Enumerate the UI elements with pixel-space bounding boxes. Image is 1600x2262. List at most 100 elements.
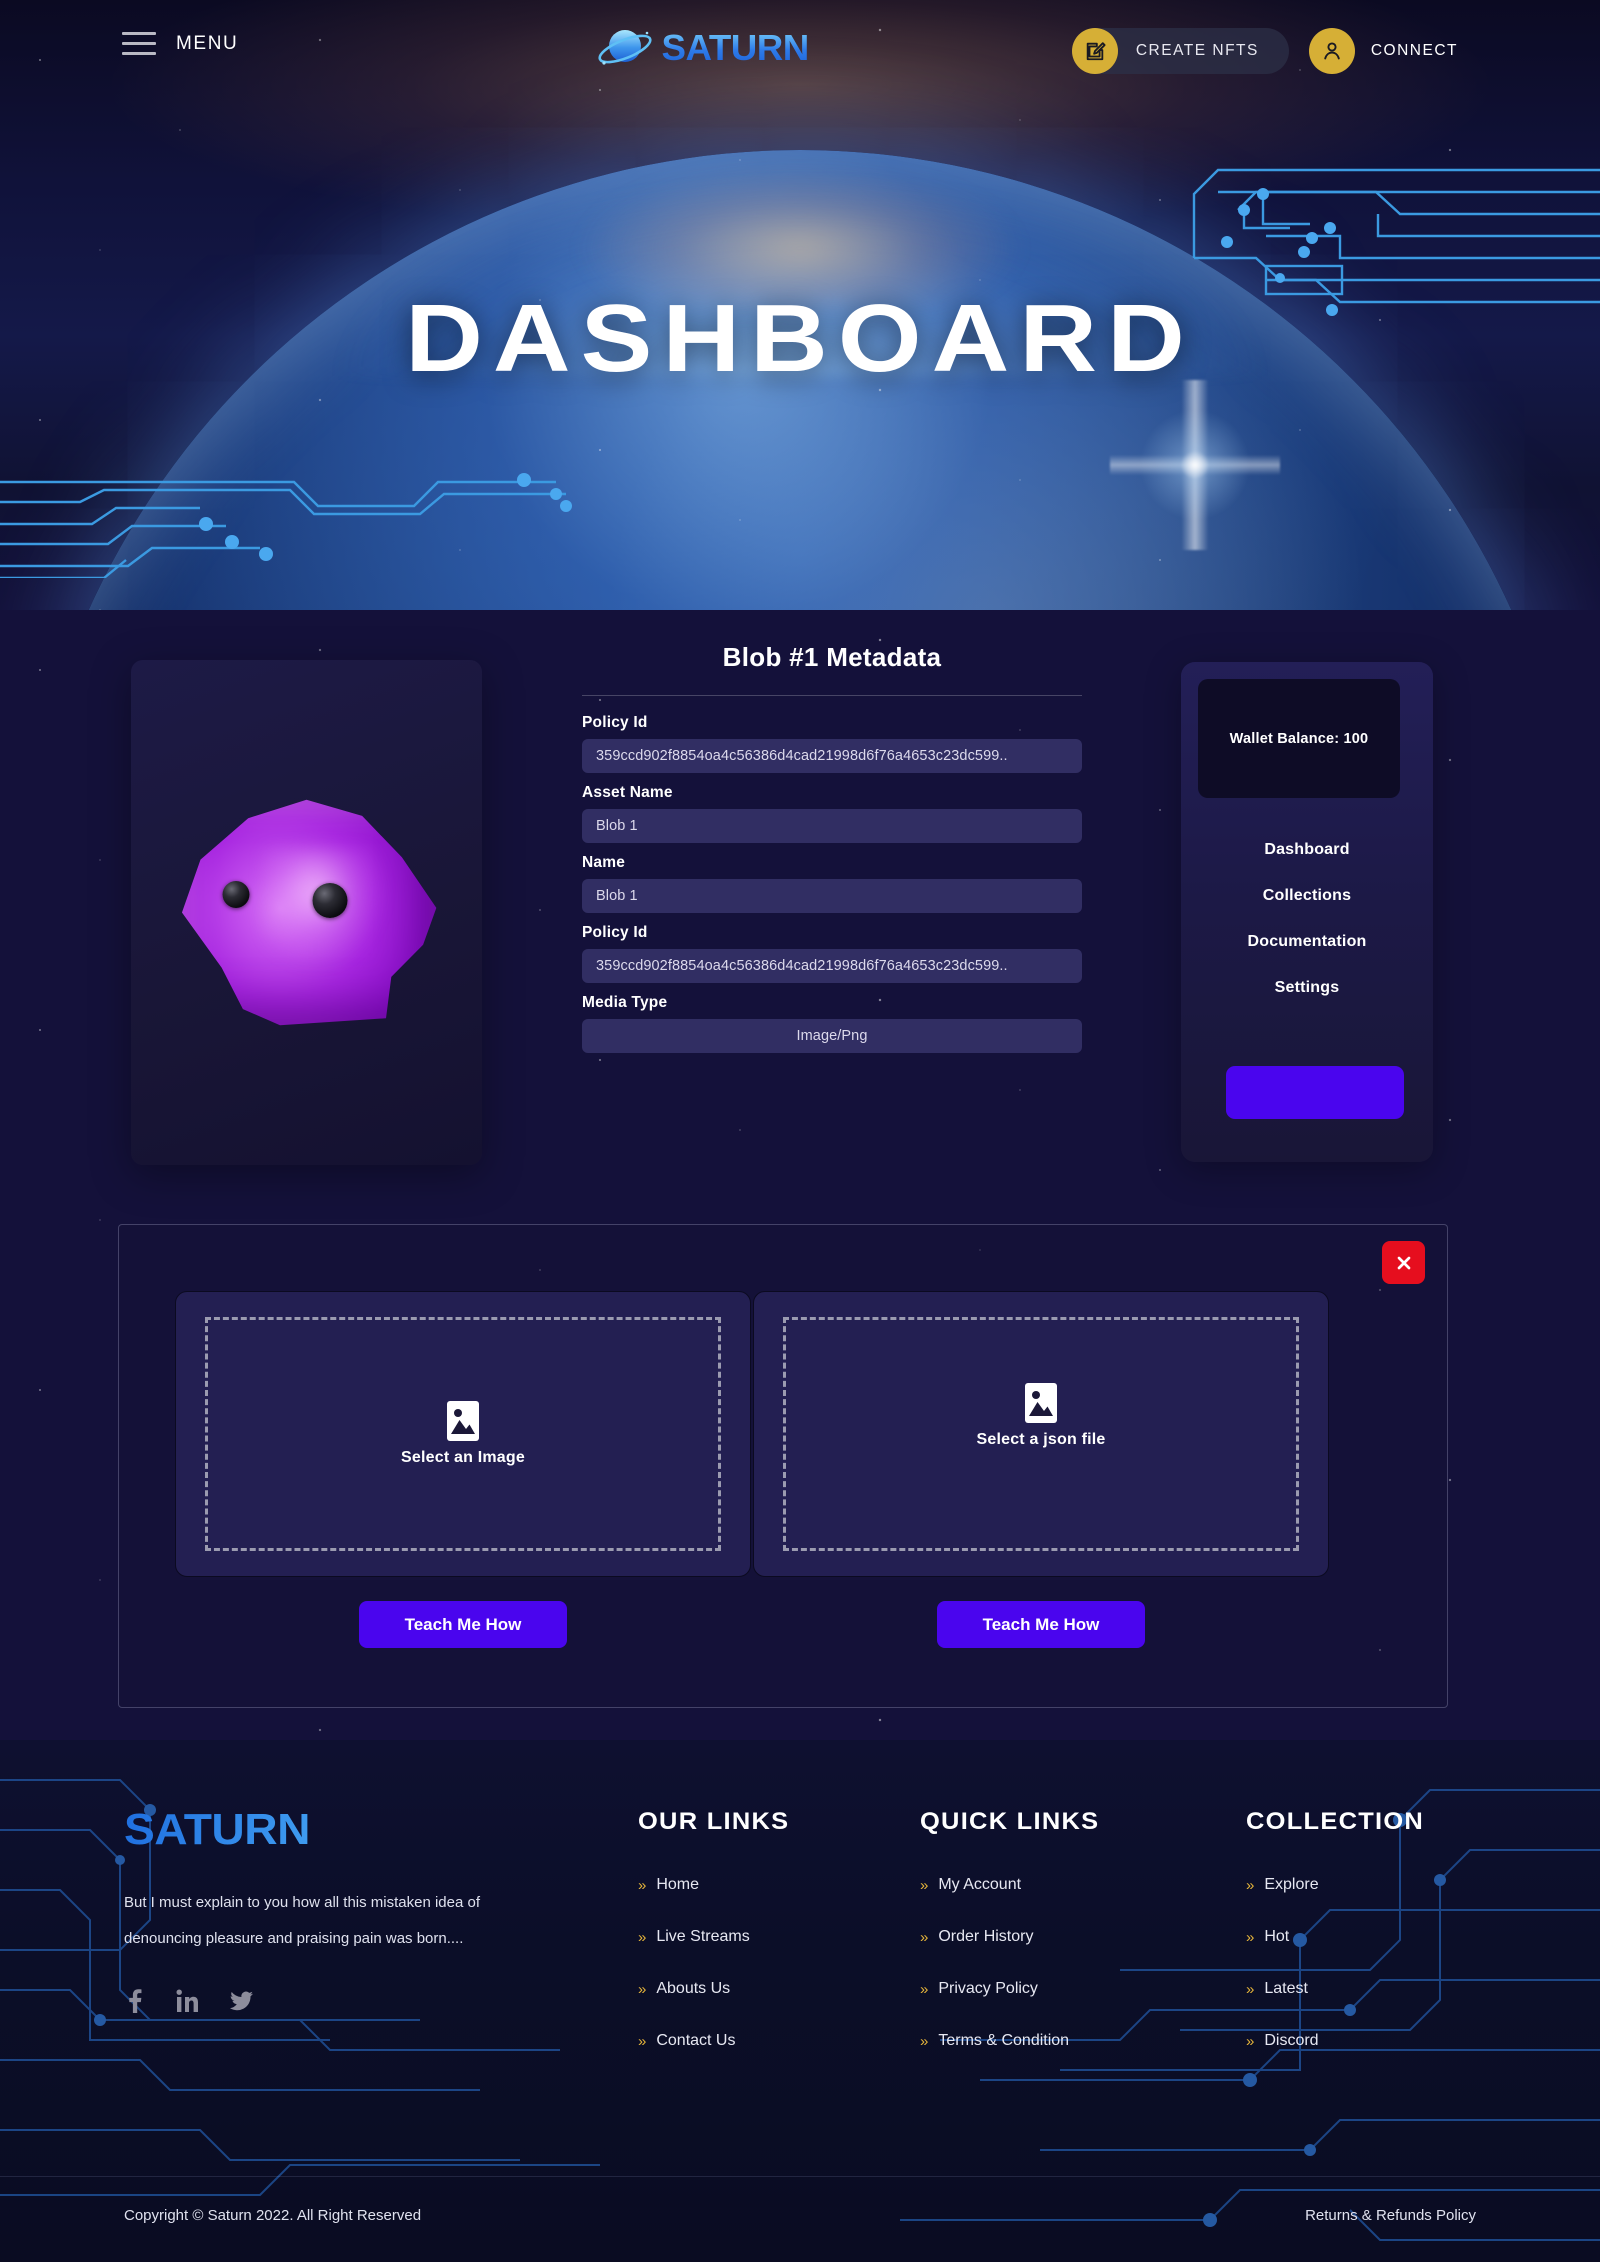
close-icon <box>1397 1256 1410 1269</box>
footer-column-our-links: OUR LINKS » Home » Live Streams » Abouts… <box>638 1808 788 2084</box>
footer-link-discord[interactable]: » Discord <box>1246 2032 1414 2050</box>
chevron-right-icon: » <box>920 1980 929 1998</box>
site-header: MENU SATURN CREATE NFTS CONNECT <box>0 0 1600 120</box>
footer-social-links <box>124 1989 524 2013</box>
footer-link-explore[interactable]: » Explore <box>1246 1876 1414 1894</box>
linkedin-icon[interactable] <box>176 1989 198 2013</box>
chevron-right-icon: » <box>920 2032 929 2050</box>
hamburger-icon[interactable] <box>122 32 156 55</box>
chevron-right-icon: » <box>638 1928 647 1946</box>
blob-right-eye <box>312 882 347 918</box>
name-input[interactable]: Blob 1 <box>582 879 1082 913</box>
footer-link-abouts-us[interactable]: » Abouts Us <box>638 1980 781 1998</box>
chevron-right-icon: » <box>1246 1928 1255 1946</box>
footer-link-contact-us[interactable]: » Contact Us <box>638 2032 781 2050</box>
footer-link-latest[interactable]: » Latest <box>1246 1980 1414 1998</box>
media-type-input[interactable]: Image/Png <box>582 1019 1082 1053</box>
chevron-right-icon: » <box>920 1928 929 1946</box>
field-policy-id-1: Policy Id 359ccd902f8854oa4c56386d4cad21… <box>582 714 1082 773</box>
json-upload-column: Select a json file Teach Me How <box>753 1291 1329 1648</box>
field-media-type: Media Type Image/Png <box>582 994 1082 1053</box>
sun-flare <box>480 108 1120 308</box>
footer-link-order-history[interactable]: » Order History <box>920 1928 1089 1946</box>
image-upload-column: Select an Image Teach Me How <box>175 1291 751 1648</box>
footer-link-my-account[interactable]: » My Account <box>920 1876 1089 1894</box>
site-footer: SATURN But I must explain to you how all… <box>0 1740 1600 2262</box>
footer-link-terms-condition[interactable]: » Terms & Condition <box>920 2032 1089 2050</box>
sidebar-nav: Dashboard Collections Documentation Sett… <box>1181 827 1433 1011</box>
lens-flare-star <box>1110 380 1280 550</box>
metadata-panel: Blob #1 Metadata Policy Id 359ccd902f885… <box>582 610 1082 1064</box>
metadata-title: Blob #1 Metadata <box>722 642 942 672</box>
footer-link-live-streams[interactable]: » Live Streams <box>638 1928 781 1946</box>
image-dropzone-label: Select an Image <box>401 1449 525 1466</box>
close-button[interactable] <box>1382 1241 1425 1284</box>
footer-link-label: Discord <box>1264 2032 1319 2049</box>
footer-link-label: Latest <box>1264 1980 1308 1997</box>
image-icon <box>1025 1383 1057 1423</box>
footer-brand: SATURN But I must explain to you how all… <box>124 1805 524 2013</box>
field-label: Media Type <box>582 994 668 1011</box>
connect-label: CONNECT <box>1370 42 1458 59</box>
sidebar-item-dashboard[interactable]: Dashboard <box>1181 827 1433 873</box>
connect-button[interactable]: CONNECT <box>1308 28 1458 74</box>
menu-button[interactable]: MENU <box>122 32 238 55</box>
footer-logo-text: SATURN <box>124 1805 544 1855</box>
image-dropzone[interactable]: Select an Image <box>175 1291 751 1577</box>
wallet-balance-text: Wallet Balance: 100 <box>1229 730 1369 747</box>
menu-label: MENU <box>176 32 239 54</box>
page-title: DASHBOARD <box>405 285 1195 392</box>
create-nfts-label: CREATE NFTS <box>1135 42 1259 59</box>
site-logo[interactable]: SATURN <box>595 22 810 74</box>
sidebar-item-settings[interactable]: Settings <box>1181 965 1433 1011</box>
footer-link-privacy-policy[interactable]: » Privacy Policy <box>920 1980 1089 1998</box>
footer-link-label: Order History <box>938 1928 1034 1945</box>
account-sidebar: Wallet Balance: 100 Dashboard Collection… <box>1181 662 1433 1162</box>
field-asset-name: Asset Name Blob 1 <box>582 784 1082 843</box>
teach-me-how-json-button[interactable]: Teach Me How <box>937 1601 1145 1648</box>
footer-heading: COLLECTION <box>1246 1808 1425 1835</box>
footer-link-label: Abouts Us <box>656 1980 731 1997</box>
footer-link-home[interactable]: » Home <box>638 1876 781 1894</box>
sidebar-item-documentation[interactable]: Documentation <box>1181 919 1433 965</box>
footer-heading: OUR LINKS <box>638 1808 790 1835</box>
footer-link-label: Privacy Policy <box>938 1980 1038 1997</box>
chevron-right-icon: » <box>920 1876 929 1894</box>
footer-column-quick-links: QUICK LINKS » My Account » Order History… <box>920 1808 1098 2084</box>
user-icon <box>1308 28 1355 74</box>
create-nfts-button[interactable]: CREATE NFTS <box>1071 28 1289 74</box>
chevron-right-icon: » <box>638 1980 647 1998</box>
main-content: Blob #1 Metadata Policy Id 359ccd902f885… <box>0 610 1600 1740</box>
metadata-divider <box>582 695 1082 696</box>
field-label: Policy Id <box>582 924 648 941</box>
chevron-right-icon: » <box>638 1876 647 1894</box>
sidebar-cta-button[interactable] <box>1226 1066 1404 1119</box>
dashboard-page: DASHBOARD MENU SATURN CREATE NFTS CONNEC… <box>0 0 1600 2262</box>
json-dropzone[interactable]: Select a json file <box>753 1291 1329 1577</box>
policy-id-input-2[interactable]: 359ccd902f8854oa4c56386d4cad21998d6f76a4… <box>582 949 1082 983</box>
chevron-right-icon: » <box>1246 1876 1255 1894</box>
twitter-icon[interactable] <box>230 1989 254 2013</box>
header-actions: CREATE NFTS CONNECT <box>1071 28 1458 74</box>
blob-nft-image <box>174 798 439 1028</box>
facebook-icon[interactable] <box>124 1989 144 2013</box>
sidebar-item-collections[interactable]: Collections <box>1181 873 1433 919</box>
chevron-right-icon: » <box>638 2032 647 2050</box>
field-policy-id-2: Policy Id 359ccd902f8854oa4c56386d4cad21… <box>582 924 1082 983</box>
footer-heading: QUICK LINKS <box>920 1808 1100 1835</box>
policy-id-input-1[interactable]: 359ccd902f8854oa4c56386d4cad21998d6f76a4… <box>582 739 1082 773</box>
field-label: Policy Id <box>582 714 648 731</box>
returns-refunds-policy-link[interactable]: Returns & Refunds Policy <box>1305 2207 1476 2224</box>
footer-link-label: My Account <box>938 1876 1022 1893</box>
teach-me-how-image-button[interactable]: Teach Me How <box>359 1601 567 1648</box>
asset-name-input[interactable]: Blob 1 <box>582 809 1082 843</box>
field-label: Name <box>582 854 626 871</box>
copyright-text: Copyright © Saturn 2022. All Right Reser… <box>124 2207 422 2224</box>
footer-link-label: Contact Us <box>656 2032 736 2049</box>
logo-text: SATURN <box>661 27 810 68</box>
footer-link-hot[interactable]: » Hot <box>1246 1928 1414 1946</box>
copyright-bar: Copyright © Saturn 2022. All Right Reser… <box>0 2176 1600 2262</box>
field-label: Asset Name <box>582 784 673 801</box>
footer-description: But I must explain to you how all this m… <box>124 1894 481 1947</box>
chevron-right-icon: » <box>1246 2032 1255 2050</box>
